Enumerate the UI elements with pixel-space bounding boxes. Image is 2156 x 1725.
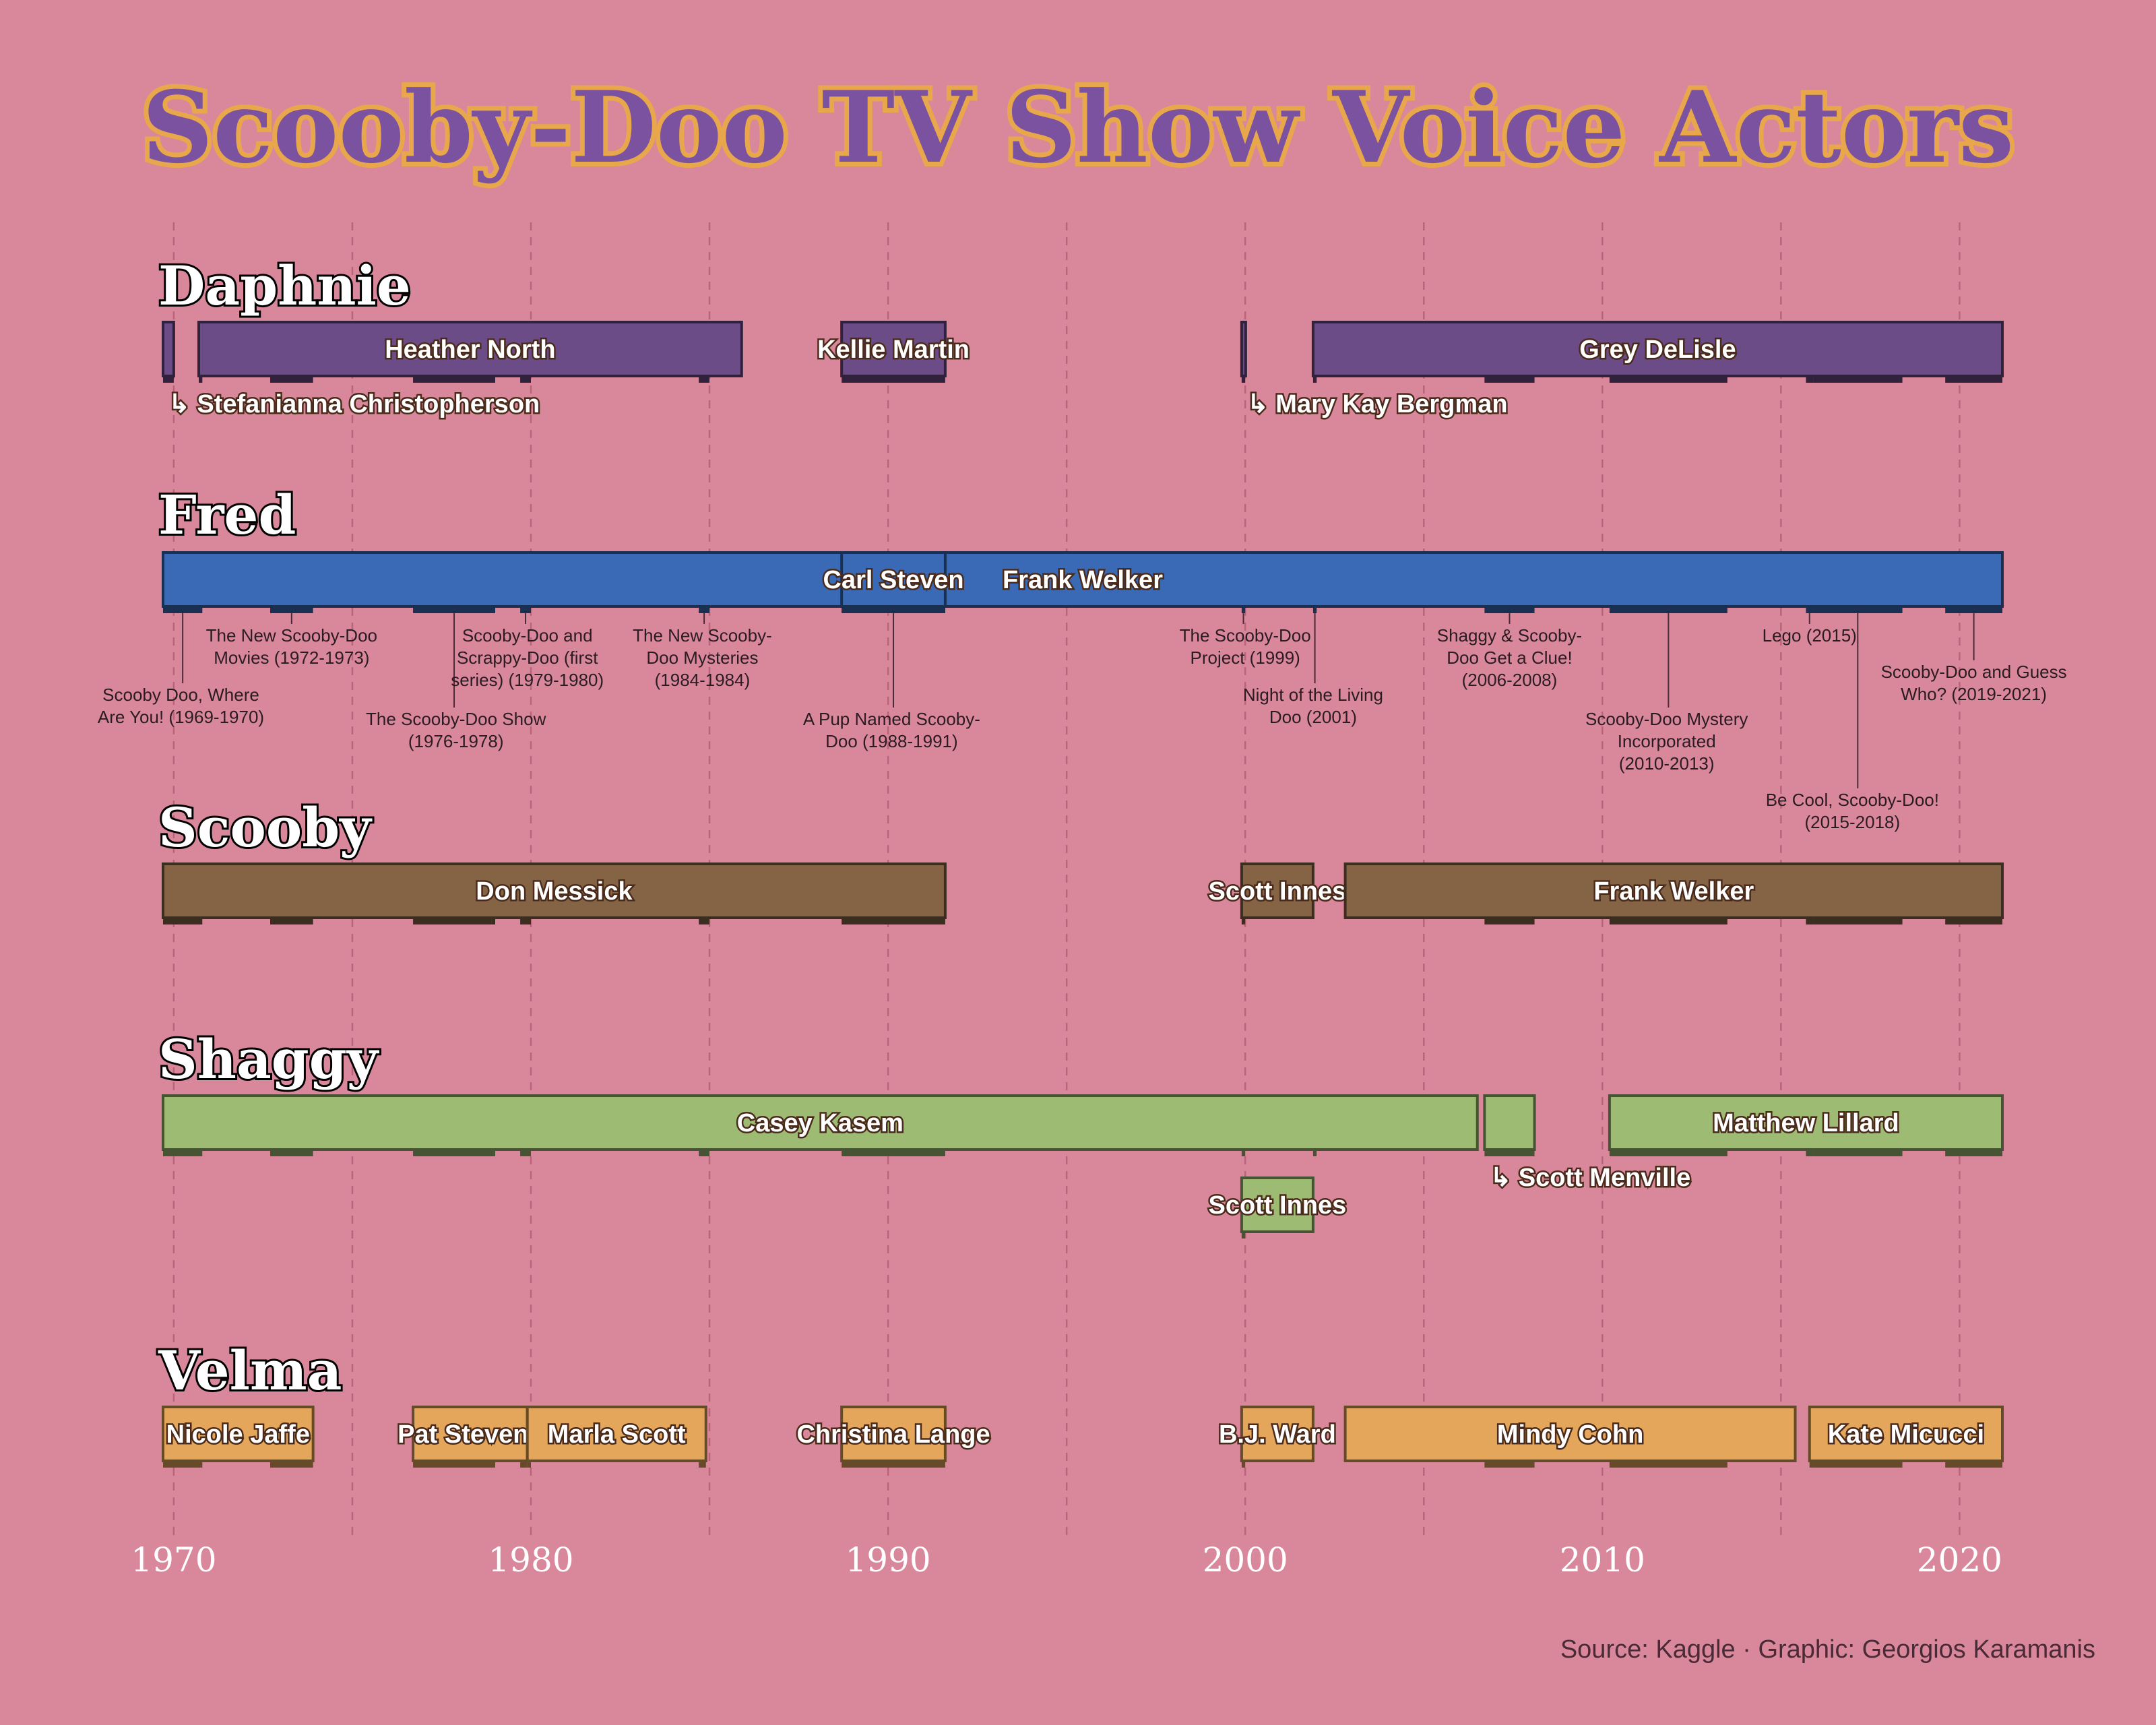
chart: Scooby-Doo TV Show Voice Actors Daphnie ↳… xyxy=(98,65,2095,1664)
actor-label: Grey DeLisle xyxy=(1579,336,1736,364)
show-annotation: The New Scooby-DooMovies (1972-1973) xyxy=(206,613,377,668)
show-annotation: Scooby-Doo and GuessWho? (2019-2021) xyxy=(1881,613,2067,704)
show-label: Doo Get a Clue! xyxy=(1447,648,1572,668)
actor-label: Marla Scott xyxy=(548,1420,686,1449)
character-row-scooby: Scooby Don Messick Scott Innes Frank Welker xyxy=(156,794,2004,924)
actor-label: Don Messick xyxy=(476,877,633,906)
show-label: (2015-2018) xyxy=(1805,812,1901,832)
actor-bar xyxy=(162,321,175,377)
show-annotation: Lego (2015) xyxy=(1763,613,1857,646)
x-tick-label: 2000 xyxy=(1203,1540,1288,1579)
x-axis: 1970 1980 1990 2000 2010 2020 xyxy=(131,1540,2002,1579)
character-name: Velma xyxy=(158,1339,342,1402)
show-label: Scooby-Doo and Guess xyxy=(1881,662,2067,682)
actor-label: Christina Lange xyxy=(796,1420,990,1449)
actor-label: Mindy Cohn xyxy=(1497,1420,1643,1449)
character-row-shaggy: Shaggy Casey Kasem ↳ Scott Menville Matthew… xyxy=(156,1026,2004,1238)
actor-label: Kellie Martin xyxy=(817,336,970,364)
show-annotation: Shaggy & Scooby-Doo Get a Clue!(2006-200… xyxy=(1437,613,1582,690)
show-label: Project (1999) xyxy=(1191,648,1300,668)
character-name: Scooby xyxy=(158,796,373,859)
show-label: Scooby Doo, Where xyxy=(102,685,259,705)
x-tick-label: 2010 xyxy=(1560,1540,1645,1579)
actor-bars: Daphnie ↳ Stefanianna Christopherson Heath… xyxy=(156,252,2004,1468)
actor-label: Carl Steven xyxy=(823,566,964,594)
show-label: Scrappy-Doo (first xyxy=(457,648,598,668)
show-annotation: Scooby-Doo andScrappy-Doo (firstseries) … xyxy=(451,613,604,690)
show-label: Who? (2019-2021) xyxy=(1901,684,2047,704)
actor-label: Frank Welker xyxy=(1003,566,1163,594)
character-row-fred: Fred Frank Welker Carl Steven xyxy=(156,481,2004,613)
show-label: Movies (1972-1973) xyxy=(214,648,369,668)
show-label: The Scooby-Doo Show xyxy=(366,709,546,729)
show-label: Lego (2015) xyxy=(1763,625,1857,646)
show-label: (2006-2008) xyxy=(1462,670,1558,690)
show-label: Shaggy & Scooby- xyxy=(1437,625,1582,646)
x-tick-label: 2020 xyxy=(1917,1540,2002,1579)
x-tick-label: 1990 xyxy=(845,1540,930,1579)
character-name: Fred xyxy=(158,483,296,546)
x-tick-label: 1980 xyxy=(488,1540,573,1579)
x-tick-label: 1970 xyxy=(131,1540,216,1579)
show-label: The Scooby-Doo xyxy=(1180,625,1311,646)
show-annotation: The New Scooby-Doo Mysteries(1984-1984) xyxy=(633,613,772,690)
show-label: Night of the Living xyxy=(1243,685,1383,705)
show-label: The New Scooby-Doo xyxy=(206,625,377,646)
show-label: (1976-1978) xyxy=(408,731,504,751)
show-annotation: The Scooby-DooProject (1999) xyxy=(1180,613,1311,668)
actor-label: ↳ Mary Kay Bergman xyxy=(1247,390,1508,418)
caption: Source: Kaggle · Graphic: Georgios Karam… xyxy=(1560,1635,2095,1664)
actor-label: ↳ Stefanianna Christopherson xyxy=(168,390,540,418)
show-label: A Pup Named Scooby- xyxy=(803,709,980,729)
actor-label: Nicole Jaffe xyxy=(166,1420,310,1449)
actor-bar xyxy=(1240,321,1247,377)
actor-bar xyxy=(1483,1094,1536,1151)
show-label: Incorporated xyxy=(1618,731,1716,751)
actor-label: Pat Stevens xyxy=(398,1420,542,1449)
actor-label: Frank Welker xyxy=(1593,877,1754,906)
show-label: Scooby-Doo Mystery xyxy=(1585,709,1748,729)
character-name: Shaggy xyxy=(158,1028,380,1091)
actor-label: Heather North xyxy=(385,336,555,364)
actor-label: ↳ Scott Menville xyxy=(1490,1164,1690,1192)
show-label: Doo Mysteries xyxy=(646,648,758,668)
actor-label: Matthew Lillard xyxy=(1713,1109,1899,1137)
show-label: series) (1979-1980) xyxy=(451,670,604,690)
show-label: The New Scooby- xyxy=(633,625,772,646)
show-annotations: Scooby Doo, WhereAre You! (1969-1970) The… xyxy=(98,613,2067,832)
show-label: (1984-1984) xyxy=(655,670,751,690)
chart-title: Scooby-Doo TV Show Voice Actors xyxy=(142,70,2015,185)
character-row-daphnie: Daphnie ↳ Stefanianna Christopherson Heath… xyxy=(156,252,2004,420)
character-name: Daphnie xyxy=(158,254,411,317)
character-row-velma: Velma Nicole Jaffe Pat Stevens Marla Scott C… xyxy=(156,1337,2004,1468)
show-label: Be Cool, Scooby-Doo! xyxy=(1766,790,1939,810)
show-annotation: Scooby-Doo MysteryIncorporated(2010-2013… xyxy=(1585,613,1748,774)
actor-label: B.J. Ward xyxy=(1219,1420,1336,1449)
actor-label: Kate Micucci xyxy=(1828,1420,1984,1449)
actor-label: Casey Kasem xyxy=(737,1109,903,1137)
actor-label: Scott Innes xyxy=(1208,877,1346,906)
show-annotation: A Pup Named Scooby-Doo (1988-1991) xyxy=(803,613,980,751)
show-annotation: Be Cool, Scooby-Doo!(2015-2018) xyxy=(1766,613,1939,832)
show-label: Are You! (1969-1970) xyxy=(98,707,264,727)
show-label: Doo (1988-1991) xyxy=(825,731,958,751)
show-label: (2010-2013) xyxy=(1619,753,1715,774)
actor-label: Scott Innes xyxy=(1208,1191,1346,1220)
show-label: Scooby-Doo and xyxy=(462,625,593,646)
show-label: Doo (2001) xyxy=(1269,707,1357,727)
